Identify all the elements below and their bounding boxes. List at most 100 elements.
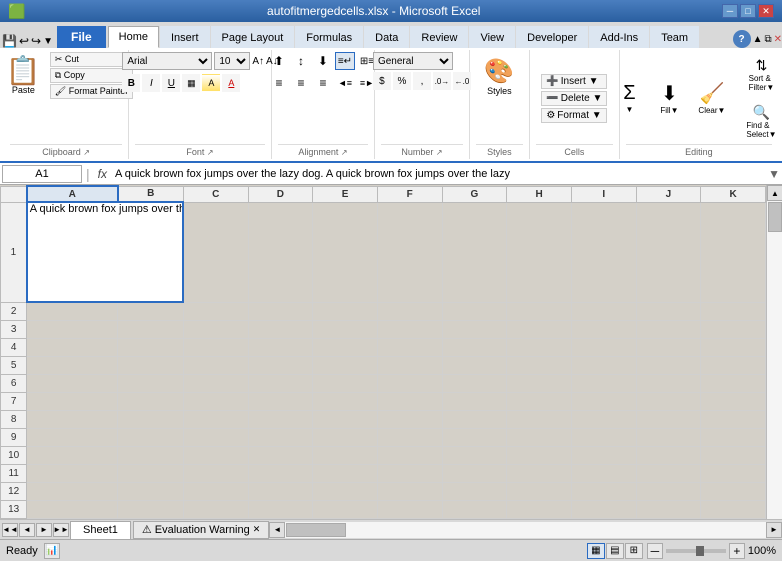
col-header-j[interactable]: J bbox=[636, 186, 701, 202]
horizontal-scrollbar[interactable]: ◄ ► bbox=[269, 522, 782, 538]
align-middle-button[interactable]: ↕ bbox=[291, 52, 311, 70]
cell-d1[interactable] bbox=[248, 202, 313, 302]
hscroll-left-button[interactable]: ◄ bbox=[269, 522, 285, 538]
styles-button[interactable]: 🎨 Styles bbox=[477, 52, 521, 101]
formula-expand-icon[interactable]: ▼ bbox=[768, 167, 780, 181]
tab-view[interactable]: View bbox=[469, 26, 515, 48]
decrease-indent-button[interactable]: ◄≡ bbox=[335, 74, 355, 92]
cut-button[interactable]: ✂ Cut bbox=[50, 52, 133, 67]
cell-i1[interactable] bbox=[571, 202, 636, 302]
cell-a1[interactable]: A quick brown fox jumps over the lazy do… bbox=[27, 202, 184, 302]
sum-button[interactable]: Σ ▼ bbox=[611, 77, 647, 119]
maximize-button[interactable]: □ bbox=[740, 4, 756, 18]
row-header-10[interactable]: 10 bbox=[1, 446, 27, 464]
wrap-text-button[interactable]: ≡↵ bbox=[335, 52, 355, 70]
vertical-scrollbar[interactable]: ▲ ▼ bbox=[766, 185, 782, 548]
scroll-track[interactable] bbox=[767, 201, 782, 532]
row-header-1[interactable]: 1 bbox=[1, 202, 27, 302]
zoom-thumb[interactable] bbox=[696, 546, 704, 556]
row-header-12[interactable]: 12 bbox=[1, 482, 27, 500]
window-restore-icon[interactable]: ⧉ bbox=[764, 34, 771, 45]
tab-developer[interactable]: Developer bbox=[516, 26, 588, 48]
paste-button[interactable]: 📋 Paste bbox=[0, 52, 48, 100]
hscroll-track[interactable] bbox=[285, 522, 766, 538]
italic-button[interactable]: I bbox=[142, 74, 160, 92]
cell-g1[interactable] bbox=[442, 202, 507, 302]
cell-f1[interactable] bbox=[377, 202, 442, 302]
window-close-icon[interactable]: ✕ bbox=[774, 34, 782, 45]
sheet-tab-warning[interactable]: ⚠ Evaluation Warning ✕ bbox=[133, 521, 269, 539]
scroll-thumb[interactable] bbox=[768, 202, 782, 232]
decrease-decimal-button[interactable]: ←.0 bbox=[453, 72, 471, 90]
page-break-view-button[interactable]: ⊞ bbox=[625, 543, 643, 559]
zoom-out-button[interactable]: ─ bbox=[647, 543, 663, 559]
row-header-5[interactable]: 5 bbox=[1, 356, 27, 374]
align-bottom-button[interactable]: ⬇ bbox=[313, 52, 333, 70]
quick-access-undo[interactable]: ↩ bbox=[19, 34, 29, 48]
clipboard-expand[interactable]: ↗ bbox=[83, 148, 90, 157]
format-painter-button[interactable]: 🖌 Format Painter bbox=[50, 84, 133, 99]
border-button[interactable]: ▦ bbox=[182, 74, 200, 92]
percent-button[interactable]: % bbox=[393, 72, 411, 90]
row-header-6[interactable]: 6 bbox=[1, 374, 27, 392]
warning-close-icon[interactable]: ✕ bbox=[253, 524, 261, 535]
zoom-slider[interactable] bbox=[666, 549, 726, 553]
col-header-h[interactable]: H bbox=[507, 186, 572, 202]
currency-button[interactable]: $ bbox=[373, 72, 391, 90]
row-header-2[interactable]: 2 bbox=[1, 302, 27, 320]
font-expand[interactable]: ↗ bbox=[207, 148, 214, 157]
delete-button[interactable]: ➖ Delete ▼ bbox=[541, 91, 607, 106]
tab-page-layout[interactable]: Page Layout bbox=[211, 26, 295, 48]
copy-button[interactable]: ⧉ Copy bbox=[50, 68, 133, 83]
tab-data[interactable]: Data bbox=[364, 26, 409, 48]
clear-button[interactable]: 🧹 Clear▼ bbox=[691, 76, 732, 120]
name-box[interactable] bbox=[2, 165, 82, 183]
cell-j1[interactable] bbox=[636, 202, 701, 302]
col-header-f[interactable]: F bbox=[377, 186, 442, 202]
tab-add-ins[interactable]: Add-Ins bbox=[589, 26, 649, 48]
close-button[interactable]: ✕ bbox=[758, 4, 774, 18]
align-top-button[interactable]: ⬆ bbox=[269, 52, 289, 70]
align-center-button[interactable]: ≡ bbox=[291, 74, 311, 92]
number-expand[interactable]: ↗ bbox=[436, 148, 443, 157]
format-button[interactable]: ⚙ Format ▼ bbox=[541, 108, 607, 123]
sheet-nav-last[interactable]: ►► bbox=[53, 523, 69, 537]
align-right-button[interactable]: ≡ bbox=[313, 74, 333, 92]
tab-team[interactable]: Team bbox=[650, 26, 699, 48]
quick-access-save[interactable]: 💾 bbox=[2, 34, 17, 48]
sheet-tab-sheet1[interactable]: Sheet1 bbox=[70, 521, 131, 539]
number-format-select[interactable]: General bbox=[373, 52, 453, 70]
bold-button[interactable]: B bbox=[122, 74, 140, 92]
col-header-k[interactable]: K bbox=[701, 186, 766, 202]
cell-k1[interactable] bbox=[701, 202, 766, 302]
row-header-4[interactable]: 4 bbox=[1, 338, 27, 356]
col-header-d[interactable]: D bbox=[248, 186, 313, 202]
comma-button[interactable]: , bbox=[413, 72, 431, 90]
alignment-expand[interactable]: ↗ bbox=[341, 148, 348, 157]
fill-button[interactable]: ⬇ Fill▼ bbox=[651, 76, 687, 120]
row-header-8[interactable]: 8 bbox=[1, 410, 27, 428]
tab-formulas[interactable]: Formulas bbox=[295, 26, 363, 48]
hscroll-thumb[interactable] bbox=[286, 523, 346, 537]
col-header-g[interactable]: G bbox=[442, 186, 507, 202]
font-color-button[interactable]: A bbox=[222, 74, 240, 92]
font-grow-icon[interactable]: A↑ bbox=[252, 56, 264, 67]
sheet-nav-prev[interactable]: ◄ bbox=[19, 523, 35, 537]
insert-button[interactable]: ➕ Insert ▼ bbox=[541, 74, 607, 89]
col-header-b[interactable]: B bbox=[118, 186, 184, 202]
font-name-select[interactable]: Arial bbox=[122, 52, 212, 70]
formula-input[interactable] bbox=[113, 165, 766, 183]
tab-review[interactable]: Review bbox=[410, 26, 468, 48]
page-layout-view-button[interactable]: ▤ bbox=[606, 543, 624, 559]
normal-view-button[interactable]: ▦ bbox=[587, 543, 605, 559]
row-header-3[interactable]: 3 bbox=[1, 320, 27, 338]
row-header-11[interactable]: 11 bbox=[1, 464, 27, 482]
fill-color-button[interactable]: A bbox=[202, 74, 220, 92]
col-header-c[interactable]: C bbox=[183, 186, 248, 202]
workbook-status-icon[interactable]: 📊 bbox=[44, 543, 60, 559]
sheet-nav-next[interactable]: ► bbox=[36, 523, 52, 537]
sort-filter-button[interactable]: ⇅ Sort &Filter▼ bbox=[736, 52, 782, 97]
col-header-e[interactable]: E bbox=[313, 186, 378, 202]
ribbon-minimize-icon[interactable]: ▲ bbox=[753, 34, 763, 45]
align-left-button[interactable]: ≡ bbox=[269, 74, 289, 92]
